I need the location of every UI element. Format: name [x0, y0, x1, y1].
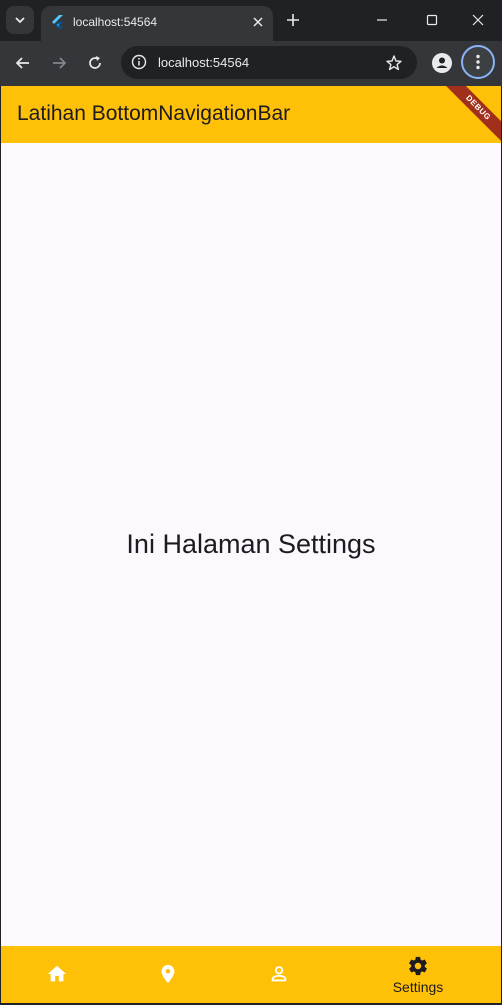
browser-menu-button[interactable]	[461, 45, 495, 79]
app-bar-title: Latihan BottomNavigationBar	[17, 102, 291, 125]
person-icon	[436, 57, 448, 68]
site-info-icon[interactable]	[131, 54, 147, 70]
reload-icon[interactable]	[86, 54, 104, 72]
close-tab-icon[interactable]	[251, 15, 265, 29]
more-vert-icon	[476, 54, 480, 70]
person-icon	[271, 965, 287, 981]
forward-arrow-icon[interactable]	[50, 54, 68, 72]
back-arrow-icon[interactable]	[14, 54, 32, 72]
home-icon	[47, 965, 67, 981]
settings-gear-icon	[409, 956, 427, 975]
address-bar[interactable]: localhost:54564	[121, 46, 417, 79]
nav-item-home[interactable]	[1, 946, 113, 1003]
flutter-app: Latihan BottomNavigationBar DEBUG Ini Ha…	[1, 86, 501, 1003]
maximize-icon[interactable]	[423, 11, 441, 29]
profile-avatar[interactable]	[432, 53, 452, 73]
app-bar: Latihan BottomNavigationBar	[1, 86, 501, 143]
browser-tab[interactable]: localhost:54564	[41, 6, 273, 41]
url-text[interactable]: localhost:54564	[158, 55, 249, 70]
nav-item-settings-label: Settings	[392, 978, 444, 995]
close-window-icon[interactable]	[469, 11, 487, 29]
bottom-navigation-bar: Settings	[1, 946, 501, 1003]
flutter-favicon-icon	[52, 15, 63, 29]
new-tab-icon[interactable]	[283, 10, 303, 30]
browser-tab-strip: localhost:54564	[0, 0, 502, 41]
minimize-icon[interactable]	[373, 11, 391, 29]
tab-title: localhost:54564	[73, 15, 158, 29]
nav-item-profile[interactable]	[223, 946, 335, 1003]
browser-toolbar: localhost:54564	[0, 41, 502, 86]
nav-item-settings[interactable]: Settings	[362, 946, 474, 1003]
page-body-text: Ini Halaman Settings	[126, 529, 376, 559]
nav-item-location[interactable]	[112, 946, 224, 1003]
bookmark-star-icon[interactable]	[385, 54, 403, 72]
tab-search-button[interactable]	[6, 6, 34, 34]
location-pin-icon	[161, 964, 175, 983]
chevron-down-icon	[15, 17, 25, 24]
